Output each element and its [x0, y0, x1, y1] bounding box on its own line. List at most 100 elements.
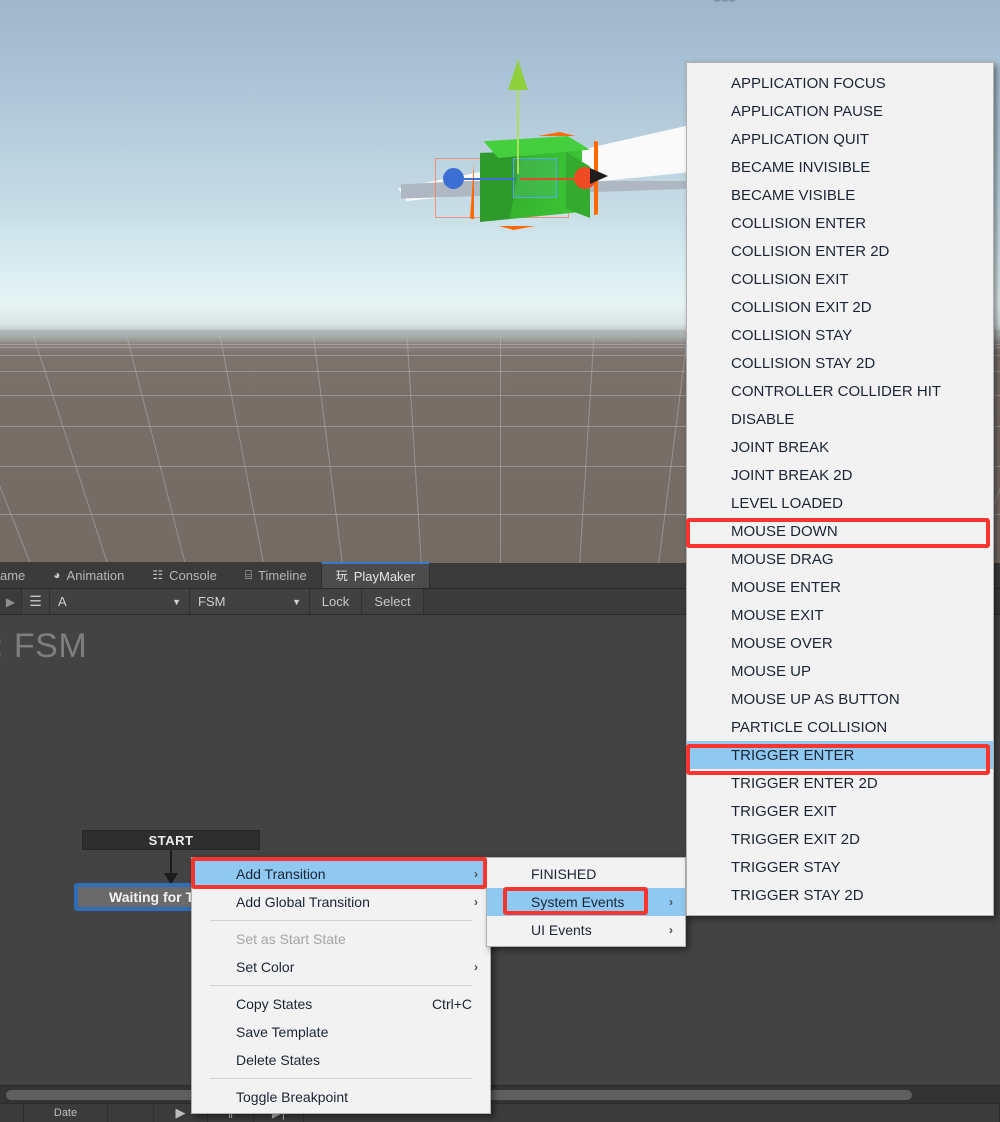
context-menu-item-label: Set as Start State	[236, 931, 346, 947]
fsm-graph-title: : FSM	[0, 627, 88, 665]
add-transition-submenu[interactable]: FINISHED System Events › UI Events ›	[486, 857, 686, 947]
context-menu-item-label: Copy States	[236, 996, 313, 1012]
system-event-item-label: COLLISION EXIT 2D	[731, 298, 872, 316]
chevron-right-icon: ›	[474, 960, 478, 974]
system-event-item-label: JOINT BREAK	[731, 438, 830, 456]
context-menu-item-copy-states[interactable]: Copy States Ctrl+C	[192, 990, 490, 1018]
context-menu-item-label: Save Template	[236, 1024, 329, 1040]
system-event-item-label: COLLISION ENTER	[731, 214, 867, 232]
context-menu-item-separator	[210, 985, 472, 986]
context-menu-item-save-template[interactable]: Save Template	[192, 1018, 490, 1046]
state-context-menu[interactable]: Add Transition › Add Global Transition › Set…	[191, 857, 491, 1114]
lock-button[interactable]: Lock	[310, 589, 362, 614]
back-arrow-icon[interactable]: ▶	[0, 589, 22, 614]
context-menu-item-add-global-transition[interactable]: Add Global Transition ›	[192, 888, 490, 916]
system-event-item-application-pause[interactable]: APPLICATION PAUSE	[687, 97, 993, 125]
system-event-item-joint-break[interactable]: JOINT BREAK	[687, 433, 993, 461]
tab-playmaker[interactable]: 玩 PlayMaker	[320, 562, 431, 588]
fsm-value: FSM	[198, 594, 226, 609]
graph-horizontal-scrollbar[interactable]	[0, 1085, 1000, 1103]
gizmo-x-axis[interactable]	[520, 178, 580, 180]
system-event-item-joint-break-2d[interactable]: JOINT BREAK 2D	[687, 461, 993, 489]
system-event-item-label: MOUSE EXIT	[731, 606, 824, 624]
transition-submenu-item-finished[interactable]: FINISHED	[487, 860, 685, 888]
context-menu-item-delete-states[interactable]: Delete States	[192, 1046, 490, 1074]
system-event-item-trigger-stay[interactable]: TRIGGER STAY	[687, 853, 993, 881]
system-event-item-mouse-down[interactable]: MOUSE DOWN	[687, 517, 993, 545]
system-event-item-mouse-enter[interactable]: MOUSE ENTER	[687, 573, 993, 601]
scene-orientation-gizmo-icon[interactable]: •••	[712, 0, 760, 12]
chevron-right-icon: ›	[669, 923, 673, 937]
tab-console[interactable]: ☷ Console	[138, 562, 231, 588]
gizmo-y-handle[interactable]	[508, 60, 528, 90]
hamburger-menu-icon[interactable]: ☰	[22, 589, 50, 614]
system-event-item-collision-enter[interactable]: COLLISION ENTER	[687, 209, 993, 237]
system-event-item-particle-collision[interactable]: PARTICLE COLLISION	[687, 713, 993, 741]
playback-cell-3[interactable]	[108, 1103, 154, 1122]
system-event-item-mouse-over[interactable]: MOUSE OVER	[687, 629, 993, 657]
gizmo-z-handle[interactable]	[443, 168, 464, 189]
context-menu-item-separator	[210, 1078, 472, 1079]
system-event-item-collision-enter-2d[interactable]: COLLISION ENTER 2D	[687, 237, 993, 265]
system-event-item-label: CONTROLLER COLLIDER HIT	[731, 382, 942, 400]
system-event-item-trigger-enter[interactable]: TRIGGER ENTER	[687, 741, 993, 769]
chevron-down-icon: ▼	[172, 596, 181, 607]
chevron-right-icon: ›	[474, 867, 478, 881]
select-button[interactable]: Select	[362, 589, 424, 614]
system-event-item-application-focus[interactable]: APPLICATION FOCUS	[687, 69, 993, 97]
system-event-item-became-invisible[interactable]: BECAME INVISIBLE	[687, 153, 993, 181]
system-event-item-collision-stay-2d[interactable]: COLLISION STAY 2D	[687, 349, 993, 377]
system-event-item-level-loaded[interactable]: LEVEL LOADED	[687, 489, 993, 517]
system-event-item-label: COLLISION STAY	[731, 326, 853, 344]
system-event-item-label: BECAME VISIBLE	[731, 186, 856, 204]
tab-animation[interactable]: ◕ Animation	[39, 562, 139, 588]
system-event-item-trigger-exit[interactable]: TRIGGER EXIT	[687, 797, 993, 825]
system-event-item-label: APPLICATION FOCUS	[731, 74, 886, 92]
playback-cell-2[interactable]: Date	[24, 1103, 108, 1122]
system-event-item-label: COLLISION EXIT	[731, 270, 849, 288]
transition-submenu-item-system-events[interactable]: System Events ›	[487, 888, 685, 916]
screenshot-root: ••• ame ◕ Animation ☷ Console ⌸ Timeline…	[0, 0, 1000, 1122]
system-event-item-label: APPLICATION QUIT	[731, 130, 870, 148]
context-menu-item-add-transition[interactable]: Add Transition ›	[192, 860, 490, 888]
system-event-item-label: DISABLE	[731, 410, 795, 428]
system-event-item-trigger-exit-2d[interactable]: TRIGGER EXIT 2D	[687, 825, 993, 853]
system-event-item-application-quit[interactable]: APPLICATION QUIT	[687, 125, 993, 153]
context-menu-item-set-color[interactable]: Set Color ›	[192, 953, 490, 981]
system-event-item-collision-exit-2d[interactable]: COLLISION EXIT 2D	[687, 293, 993, 321]
system-event-item-trigger-enter-2d[interactable]: TRIGGER ENTER 2D	[687, 769, 993, 797]
system-event-item-label: LEVEL LOADED	[731, 494, 843, 512]
system-event-item-became-visible[interactable]: BECAME VISIBLE	[687, 181, 993, 209]
start-node-label: START	[148, 832, 194, 848]
system-event-item-collision-exit[interactable]: COLLISION EXIT	[687, 265, 993, 293]
tab-timeline[interactable]: ⌸ Timeline	[230, 562, 321, 588]
playback-cell-1[interactable]	[0, 1103, 24, 1122]
system-event-item-mouse-up-as-button[interactable]: MOUSE UP AS BUTTON	[687, 685, 993, 713]
system-event-item-collision-stay[interactable]: COLLISION STAY	[687, 321, 993, 349]
context-menu-item-label: Add Transition	[236, 866, 326, 882]
system-event-item-mouse-up[interactable]: MOUSE UP	[687, 657, 993, 685]
fsm-dropdown[interactable]: FSM ▼	[190, 589, 310, 614]
system-event-item-label: MOUSE UP AS BUTTON	[731, 690, 900, 708]
game-object-dropdown[interactable]: A ▼	[50, 589, 190, 614]
tab-game-label: ame	[0, 567, 26, 583]
system-event-item-label: MOUSE ENTER	[731, 578, 842, 596]
chevron-down-icon: ▼	[292, 596, 301, 607]
system-event-item-mouse-drag[interactable]: MOUSE DRAG	[687, 545, 993, 573]
transition-submenu-item-ui-events[interactable]: UI Events ›	[487, 916, 685, 944]
context-menu-item-label: Set Color	[236, 959, 295, 975]
transition-submenu-item-label: FINISHED	[531, 866, 597, 882]
grid-line-vertical	[404, 336, 426, 563]
tab-game[interactable]: ame	[0, 562, 40, 588]
system-event-item-trigger-stay-2d[interactable]: TRIGGER STAY 2D	[687, 881, 993, 909]
start-node[interactable]: START	[82, 830, 260, 850]
system-event-item-label: JOINT BREAK 2D	[731, 466, 853, 484]
system-event-item-mouse-exit[interactable]: MOUSE EXIT	[687, 601, 993, 629]
tab-console-label: Console	[169, 567, 217, 583]
tab-timeline-label: Timeline	[258, 567, 307, 583]
game-object-value: A	[58, 594, 67, 609]
system-event-item-controller-collider-hit[interactable]: CONTROLLER COLLIDER HIT	[687, 377, 993, 405]
context-menu-item-toggle-breakpoint[interactable]: Toggle Breakpoint	[192, 1083, 490, 1111]
system-events-submenu[interactable]: APPLICATION FOCUS APPLICATION PAUSE APPLIC…	[686, 62, 994, 916]
system-event-item-disable[interactable]: DISABLE	[687, 405, 993, 433]
